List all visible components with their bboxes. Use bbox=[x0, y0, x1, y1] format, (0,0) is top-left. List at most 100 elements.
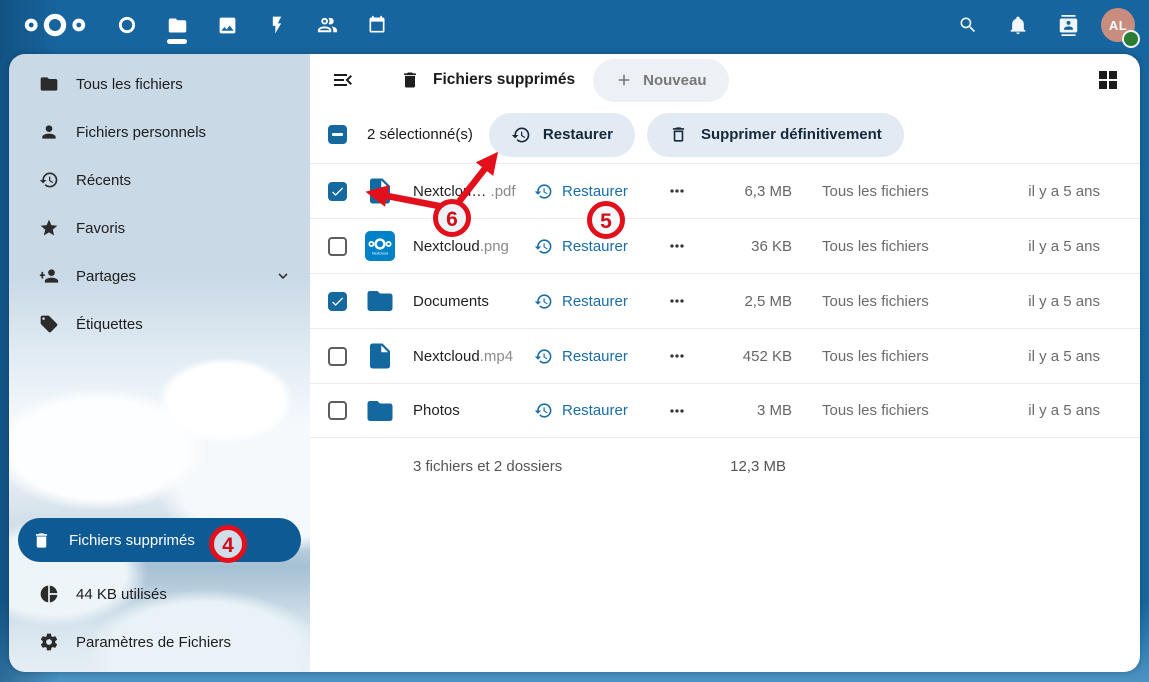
row-restore-action[interactable]: Restaurer bbox=[534, 347, 667, 366]
trash-icon bbox=[400, 70, 420, 90]
row-actions-menu-icon[interactable] bbox=[667, 401, 687, 421]
sidebar-item-label: 44 KB utilisés bbox=[76, 586, 167, 603]
share-icon bbox=[39, 266, 59, 286]
file-deleted-date: il y a 5 ans bbox=[997, 402, 1140, 419]
file-row-documents[interactable]: Documents Restaurer 2,5 MB Tous les fich… bbox=[310, 273, 1140, 328]
history-restore-icon bbox=[534, 237, 553, 256]
files-icon[interactable] bbox=[152, 0, 202, 50]
sidebar-item-label: Étiquettes bbox=[76, 316, 143, 333]
delete-permanently-button[interactable]: Supprimer définitivement bbox=[647, 113, 904, 157]
restore-button-label: Restaurer bbox=[543, 126, 613, 143]
file-row-nextcloud-mp4[interactable]: Nextcloud.mp4 Restaurer 452 KB Tous les … bbox=[310, 328, 1140, 383]
files-content: Fichiers supprimés Nouveau 2 sélectionné… bbox=[310, 54, 1140, 672]
row-actions-menu-icon[interactable] bbox=[667, 291, 687, 311]
folder-icon bbox=[365, 396, 395, 426]
file-origin: Tous les fichiers bbox=[822, 183, 997, 200]
file-row-photos[interactable]: Photos Restaurer 3 MB Tous les fichiers … bbox=[310, 383, 1140, 438]
svg-text:Nextcloud: Nextcloud bbox=[372, 252, 388, 256]
sidebar-item-files-settings[interactable]: Paramètres de Fichiers bbox=[9, 618, 310, 666]
topbar-right: AL bbox=[943, 0, 1143, 50]
sidebar-item-tags[interactable]: Étiquettes bbox=[9, 300, 310, 348]
row-checkbox-unchecked[interactable] bbox=[328, 401, 347, 420]
active-app-indicator bbox=[167, 39, 187, 44]
history-restore-icon bbox=[534, 182, 553, 201]
calendar-icon[interactable] bbox=[352, 0, 402, 50]
row-restore-action[interactable]: Restaurer bbox=[534, 292, 667, 311]
restore-link: Restaurer bbox=[562, 183, 628, 200]
row-restore-action[interactable]: Restaurer bbox=[534, 182, 667, 201]
activity-icon[interactable] bbox=[252, 0, 302, 50]
piechart-icon bbox=[39, 584, 59, 604]
trash-icon bbox=[32, 531, 52, 550]
sidebar-item-shares[interactable]: Partages bbox=[9, 252, 310, 300]
account-icon bbox=[39, 122, 59, 142]
chevron-down-icon[interactable] bbox=[274, 267, 292, 285]
user-avatar[interactable]: AL bbox=[1093, 0, 1143, 50]
summary-size: 12,3 MB bbox=[681, 458, 786, 475]
file-size: 3 MB bbox=[687, 402, 792, 419]
plus-icon bbox=[615, 71, 633, 89]
restore-link: Restaurer bbox=[562, 238, 628, 255]
sidebar-item-label: Récents bbox=[76, 172, 131, 189]
notifications-bell-icon[interactable] bbox=[993, 0, 1043, 50]
file-list: Nextclou… .pdf Restaurer 6,3 MB Tous les… bbox=[310, 163, 1140, 438]
file-origin: Tous les fichiers bbox=[822, 348, 997, 365]
file-row-nextcloud-png[interactable]: Nextcloud Nextcloud.png Restaurer 36 KB … bbox=[310, 218, 1140, 273]
sidebar-item-label: Paramètres de Fichiers bbox=[76, 634, 231, 651]
search-icon[interactable] bbox=[943, 0, 993, 50]
row-restore-action[interactable]: Restaurer bbox=[534, 237, 667, 256]
contacts-app-icon[interactable] bbox=[302, 0, 352, 50]
gear-icon bbox=[39, 632, 59, 652]
delete-button-label: Supprimer définitivement bbox=[701, 126, 882, 143]
sidebar-item-recent[interactable]: Récents bbox=[9, 156, 310, 204]
file-size: 452 KB bbox=[687, 348, 792, 365]
sidebar-item-label: Favoris bbox=[76, 220, 125, 237]
history-restore-icon bbox=[534, 292, 553, 311]
file-name: Nextclou… .pdf bbox=[413, 183, 534, 200]
photos-icon[interactable] bbox=[202, 0, 252, 50]
row-checkbox-checked[interactable] bbox=[328, 182, 347, 201]
sidebar-item-deleted-files[interactable]: Fichiers supprimés bbox=[18, 518, 301, 562]
file-origin: Tous les fichiers bbox=[822, 238, 997, 255]
dashboard-icon[interactable] bbox=[102, 0, 152, 50]
contacts-menu-icon[interactable] bbox=[1043, 0, 1093, 50]
close-sidebar-icon[interactable] bbox=[330, 67, 356, 93]
row-actions-menu-icon[interactable] bbox=[667, 236, 687, 256]
sidebar-item-label: Fichiers personnels bbox=[76, 124, 206, 141]
sidebar-nav: Tous les fichiers Fichiers personnels Ré… bbox=[9, 54, 310, 348]
nextcloud-logo[interactable] bbox=[22, 13, 88, 37]
row-actions-menu-icon[interactable] bbox=[667, 346, 687, 366]
file-name: Nextcloud.mp4 bbox=[413, 348, 534, 365]
file-deleted-date: il y a 5 ans bbox=[997, 348, 1140, 365]
row-checkbox-checked[interactable] bbox=[328, 292, 347, 311]
online-status-dot bbox=[1122, 30, 1140, 48]
selection-count: 2 sélectionné(s) bbox=[367, 126, 473, 143]
file-name: Photos bbox=[413, 402, 534, 419]
file-size: 6,3 MB bbox=[687, 183, 792, 200]
history-icon bbox=[39, 170, 59, 190]
sidebar-item-favorites[interactable]: Favoris bbox=[9, 204, 310, 252]
history-restore-icon bbox=[534, 347, 553, 366]
file-name: Documents bbox=[413, 293, 534, 310]
new-button[interactable]: Nouveau bbox=[593, 59, 728, 102]
app-menu bbox=[102, 0, 402, 50]
top-bar: AL bbox=[0, 0, 1149, 50]
folder-icon bbox=[39, 74, 59, 94]
file-icon bbox=[365, 341, 395, 371]
restore-button[interactable]: Restaurer bbox=[489, 113, 635, 157]
file-origin: Tous les fichiers bbox=[822, 402, 997, 419]
grid-view-icon[interactable] bbox=[1096, 68, 1122, 92]
row-actions-menu-icon[interactable] bbox=[667, 181, 687, 201]
row-restore-action[interactable]: Restaurer bbox=[534, 401, 667, 420]
content-header: Fichiers supprimés Nouveau bbox=[310, 54, 1140, 106]
sidebar-item-quota[interactable]: 44 KB utilisés bbox=[9, 570, 310, 618]
sidebar-item-label: Partages bbox=[76, 268, 136, 285]
file-name: Nextcloud.png bbox=[413, 238, 534, 255]
sidebar-item-all-files[interactable]: Tous les fichiers bbox=[9, 60, 310, 108]
sidebar-item-label: Tous les fichiers bbox=[76, 76, 183, 93]
file-row-nextcloud-pdf[interactable]: Nextclou… .pdf Restaurer 6,3 MB Tous les… bbox=[310, 163, 1140, 218]
row-checkbox-unchecked[interactable] bbox=[328, 347, 347, 366]
sidebar-item-personal-files[interactable]: Fichiers personnels bbox=[9, 108, 310, 156]
row-checkbox-unchecked[interactable] bbox=[328, 237, 347, 256]
select-all-checkbox[interactable] bbox=[328, 125, 347, 144]
